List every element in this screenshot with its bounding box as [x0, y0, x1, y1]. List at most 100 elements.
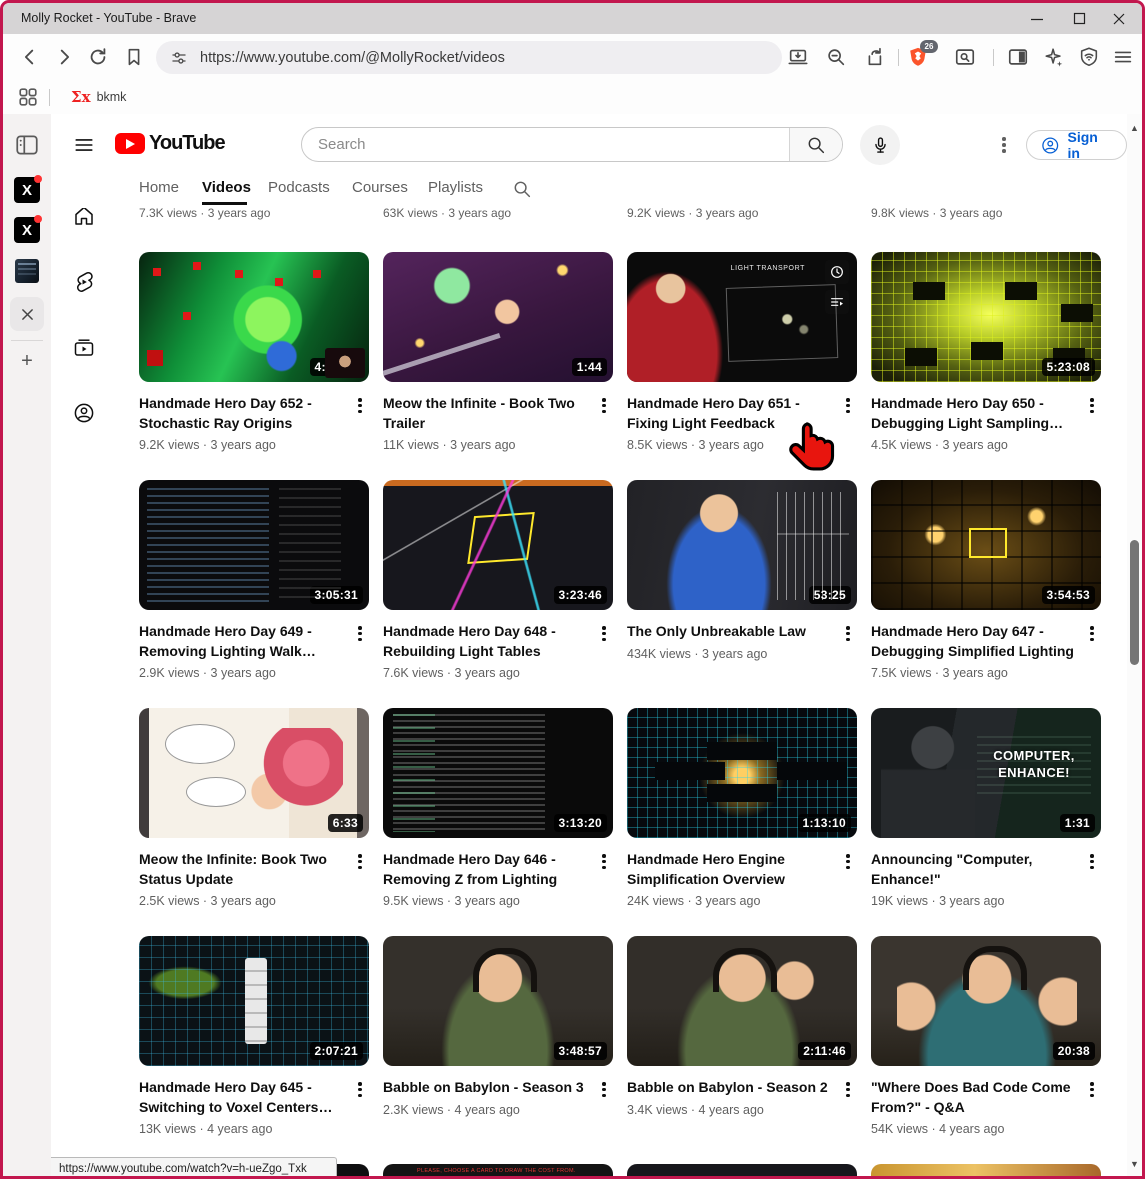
minimize-button[interactable]: [1016, 3, 1058, 34]
video-thumbnail[interactable]: 3:54:53: [871, 480, 1101, 610]
video-options-icon[interactable]: [595, 394, 613, 416]
guide-you-icon[interactable]: [72, 401, 96, 425]
send-to-device-icon[interactable]: [787, 46, 809, 68]
page-scrollbar[interactable]: ▲ ▼: [1127, 114, 1142, 1176]
video-title[interactable]: Meow the Infinite: Book Two Status Updat…: [139, 850, 345, 889]
video-thumbnail[interactable]: 1:13:10: [627, 708, 857, 838]
video-options-icon[interactable]: [839, 1078, 857, 1100]
video-thumbnail[interactable]: 53:25: [627, 480, 857, 610]
video-title[interactable]: Meow the Infinite - Book Two Trailer: [383, 394, 589, 433]
video-options-icon[interactable]: [1083, 394, 1101, 416]
video-title[interactable]: Announcing "Computer, Enhance!": [871, 850, 1077, 889]
video-options-icon[interactable]: [839, 622, 857, 644]
watch-later-icon[interactable]: [825, 260, 849, 284]
apps-grid-icon[interactable]: [17, 86, 39, 108]
video-title[interactable]: Handmade Hero Day 648 - Rebuilding Light…: [383, 622, 589, 661]
back-icon[interactable]: [19, 46, 41, 68]
video-options-icon[interactable]: [351, 850, 369, 872]
tab-videos[interactable]: Videos: [202, 179, 251, 196]
video-options-icon[interactable]: [839, 394, 857, 416]
url-text[interactable]: https://www.youtube.com/@MollyRocket/vid…: [200, 50, 505, 66]
video-thumbnail[interactable]: 4:18:13: [139, 252, 369, 382]
video-card[interactable]: LIGHT TRANSPORT Handmade Hero Day 651 - …: [627, 252, 857, 480]
tab-favicon-image[interactable]: [15, 259, 39, 283]
bookmark-item[interactable]: Σx bkmk: [65, 85, 132, 109]
video-thumbnail[interactable]: 3:13:20: [383, 708, 613, 838]
video-card[interactable]: 6:33 Meow the Infinite: Book Two Status …: [139, 708, 369, 936]
video-card[interactable]: 1:44 Meow the Infinite - Book Two Traile…: [383, 252, 613, 480]
scroll-up-icon[interactable]: ▲: [1127, 122, 1142, 134]
video-title[interactable]: Babble on Babylon - Season 2: [627, 1078, 833, 1098]
video-thumbnail[interactable]: 3:23:46: [383, 480, 613, 610]
sidebar-toggle-icon[interactable]: [14, 132, 40, 158]
header-options-icon[interactable]: [995, 134, 1013, 156]
tab-favicon-x[interactable]: X: [14, 217, 40, 243]
video-options-icon[interactable]: [595, 850, 613, 872]
tab-courses[interactable]: Courses: [352, 179, 408, 196]
vpn-shield-icon[interactable]: [1078, 46, 1100, 68]
video-title[interactable]: Handmade Hero Day 647 - Debugging Simpli…: [871, 622, 1077, 661]
video-options-icon[interactable]: [351, 1078, 369, 1100]
tab-favicon-x[interactable]: X: [14, 177, 40, 203]
video-title[interactable]: Handmade Hero Day 651 - Fixing Light Fee…: [627, 394, 833, 433]
video-card[interactable]: 3:23:46 Handmade Hero Day 648 - Rebuildi…: [383, 480, 613, 708]
video-card[interactable]: 53:25 The Only Unbreakable Law 434K view…: [627, 480, 857, 708]
video-card[interactable]: 3:54:53 Handmade Hero Day 647 - Debuggin…: [871, 480, 1101, 708]
search-bar[interactable]: [301, 127, 843, 162]
video-thumbnail[interactable]: 6:33: [139, 708, 369, 838]
video-card[interactable]: 2:07:21 Handmade Hero Day 645 - Switchin…: [139, 936, 369, 1164]
video-options-icon[interactable]: [595, 622, 613, 644]
reload-icon[interactable]: [87, 46, 109, 68]
channel-search-icon[interactable]: [511, 178, 533, 200]
scrollbar-thumb[interactable]: [1130, 540, 1139, 665]
video-thumbnail[interactable]: PLEASE, CHOOSE A CARD TO DRAW THE COST F…: [383, 1164, 613, 1176]
video-options-icon[interactable]: [1083, 622, 1101, 644]
video-title[interactable]: Handmade Hero Day 645 - Switching to Vox…: [139, 1078, 345, 1117]
video-title[interactable]: Handmade Hero Day 649 - Removing Lightin…: [139, 622, 345, 661]
add-to-queue-icon[interactable]: [825, 290, 849, 314]
video-thumbnail[interactable]: 1:44: [383, 252, 613, 382]
video-thumbnail[interactable]: 3:48:57: [383, 936, 613, 1066]
new-tab-button[interactable]: +: [14, 348, 40, 374]
video-options-icon[interactable]: [351, 394, 369, 416]
brave-shield-icon[interactable]: 26: [907, 46, 929, 68]
video-options-icon[interactable]: [839, 850, 857, 872]
video-card[interactable]: 3:05:31 Handmade Hero Day 649 - Removing…: [139, 480, 369, 708]
search-in-page-icon[interactable]: [954, 46, 976, 68]
video-thumbnail[interactable]: 5:23:08: [871, 252, 1101, 382]
share-icon[interactable]: [863, 46, 885, 68]
zoom-out-icon[interactable]: [825, 46, 847, 68]
video-thumbnail[interactable]: 2:11:46: [627, 936, 857, 1066]
video-thumbnail[interactable]: [627, 1164, 857, 1176]
video-title[interactable]: Handmade Hero Day 650 - Debugging Light …: [871, 394, 1077, 433]
video-options-icon[interactable]: [595, 1078, 613, 1100]
voice-search-button[interactable]: [860, 125, 900, 165]
video-thumbnail[interactable]: 20:38: [871, 936, 1101, 1066]
video-title[interactable]: Handmade Hero Day 646 - Removing Z from …: [383, 850, 589, 889]
tab-home[interactable]: Home: [139, 179, 179, 196]
video-thumbnail[interactable]: LIGHT TRANSPORT: [627, 252, 857, 382]
tab-playlists[interactable]: Playlists: [428, 179, 483, 196]
video-card[interactable]: 20:38 "Where Does Bad Code Come From?" -…: [871, 936, 1101, 1164]
bookmark-icon[interactable]: [123, 46, 145, 68]
maximize-button[interactable]: [1058, 3, 1100, 34]
video-thumbnail[interactable]: 3:05:31: [139, 480, 369, 610]
sidebar-icon[interactable]: [1007, 46, 1029, 68]
search-button[interactable]: [789, 128, 842, 161]
video-title[interactable]: Handmade Hero Day 652 - Stochastic Ray O…: [139, 394, 345, 433]
video-options-icon[interactable]: [351, 622, 369, 644]
close-button[interactable]: [1098, 3, 1140, 34]
video-title[interactable]: Babble on Babylon - Season 3: [383, 1078, 589, 1098]
video-title[interactable]: The Only Unbreakable Law: [627, 622, 833, 642]
video-options-icon[interactable]: [1083, 850, 1101, 872]
tab-podcasts[interactable]: Podcasts: [268, 179, 330, 196]
video-options-icon[interactable]: [1083, 1078, 1101, 1100]
search-input[interactable]: [302, 128, 789, 161]
video-title[interactable]: "Where Does Bad Code Come From?" - Q&A: [871, 1078, 1077, 1117]
video-card[interactable]: 4:18:13 Handmade Hero Day 652 - Stochast…: [139, 252, 369, 480]
forward-icon[interactable]: [53, 46, 75, 68]
url-bar[interactable]: https://www.youtube.com/@MollyRocket/vid…: [156, 41, 782, 74]
youtube-menu-icon[interactable]: [73, 134, 95, 156]
video-card[interactable]: COMPUTER, ENHANCE! 1:31 Announcing "Comp…: [871, 708, 1101, 936]
video-card[interactable]: 2:11:46 Babble on Babylon - Season 2 3.4…: [627, 936, 857, 1164]
